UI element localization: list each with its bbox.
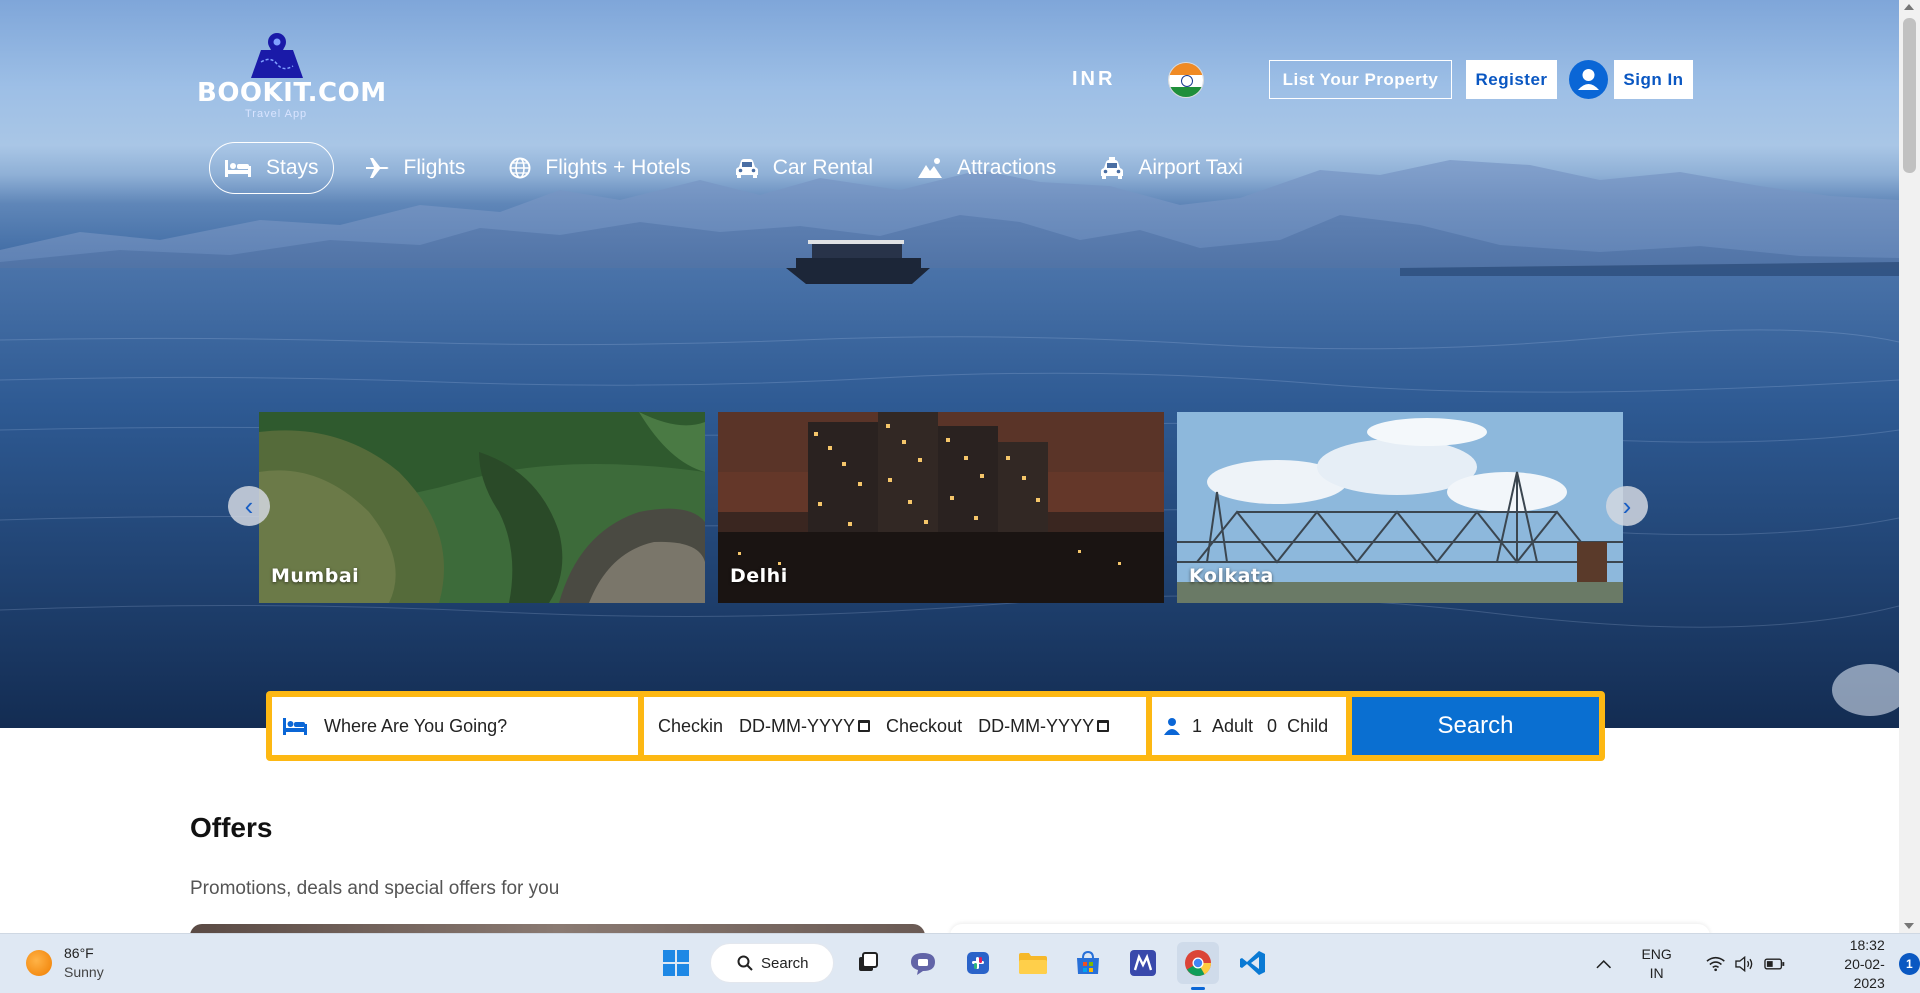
children-count: 0: [1267, 715, 1278, 736]
offers-subtitle: Promotions, deals and special offers for…: [190, 878, 560, 899]
city-card-delhi[interactable]: Delhi: [718, 412, 1164, 603]
map-pin-logo-icon: [251, 33, 303, 78]
search-button[interactable]: Search: [1352, 697, 1599, 755]
app-m-icon[interactable]: [1122, 942, 1164, 984]
file-explorer-icon[interactable]: [1012, 942, 1054, 984]
scroll-down-icon[interactable]: [1904, 923, 1914, 929]
search-bar: Where Are You Going? Checkin DD-MM-YYYY …: [266, 691, 1605, 761]
nav-tab-attractions[interactable]: Attractions: [903, 142, 1070, 194]
task-view-icon[interactable]: [847, 942, 889, 984]
nav-tab-flights-hotels[interactable]: Flights + Hotels: [495, 142, 704, 194]
sign-in-button[interactable]: Sign In: [1614, 60, 1693, 99]
calendar-icon[interactable]: [1097, 719, 1110, 732]
mountain-icon: [918, 158, 943, 178]
taskbar-search[interactable]: Search: [710, 943, 834, 983]
weather-widget[interactable]: 86°F Sunny: [26, 944, 104, 982]
brand-tagline: Travel App: [245, 108, 308, 120]
city-card-label: Mumbai: [271, 565, 360, 587]
city-card-label: Delhi: [730, 565, 788, 587]
page-scrollbar[interactable]: [1899, 0, 1920, 933]
hero-section: BOOKIT.COM Travel App INR List Your Prop…: [0, 0, 1899, 728]
sun-icon: [26, 950, 52, 976]
volume-icon[interactable]: [1735, 956, 1754, 972]
currency-selector[interactable]: INR: [1072, 68, 1115, 91]
date-range-field: Checkin DD-MM-YYYY Checkout DD-MM-YYYY: [644, 697, 1146, 755]
nav-tab-label: Attractions: [957, 156, 1057, 179]
checkout-date-input[interactable]: DD-MM-YYYY: [978, 716, 1110, 737]
bed-icon: [225, 160, 251, 177]
offer-card[interactable]: [190, 924, 925, 933]
list-property-button[interactable]: List Your Property: [1269, 60, 1452, 99]
microsoft-store-icon[interactable]: [1067, 942, 1109, 984]
scrollbar-thumb[interactable]: [1903, 18, 1916, 173]
adults-label: Adult: [1212, 715, 1254, 736]
chevron-up-icon[interactable]: [1596, 959, 1612, 969]
search-icon: [737, 955, 753, 971]
plane-icon: [365, 158, 389, 178]
offer-card[interactable]: [950, 924, 1710, 933]
browser-viewport: BOOKIT.COM Travel App INR List Your Prop…: [0, 0, 1899, 933]
weather-temperature: 86°F: [64, 945, 94, 961]
windows-start-icon[interactable]: [655, 942, 697, 984]
city-card-label: Kolkata: [1189, 565, 1274, 587]
taxi-icon: [1101, 157, 1124, 179]
city-card-mumbai[interactable]: Mumbai: [259, 412, 705, 603]
language-indicator[interactable]: ENG IN: [1641, 945, 1671, 983]
nav-tab-label: Stays: [266, 156, 319, 179]
system-tray: ENG IN 18:32 20-02-2023 1: [1596, 937, 1920, 991]
category-nav: Stays Flights Flights + Hotels Car Renta…: [209, 142, 1273, 194]
register-button[interactable]: Register: [1466, 60, 1557, 99]
offers-heading: Offers: [190, 812, 273, 843]
person-icon: [1164, 718, 1180, 735]
nav-tab-label: Airport Taxi: [1138, 156, 1243, 179]
checkout-label: Checkout: [886, 715, 963, 736]
battery-icon[interactable]: [1764, 957, 1785, 971]
checkin-label: Checkin: [658, 715, 724, 736]
nav-tab-label: Flights: [403, 156, 466, 179]
nav-tab-label: Car Rental: [772, 156, 874, 179]
carousel-next-button[interactable]: ›: [1606, 486, 1648, 526]
india-flag-icon[interactable]: [1168, 62, 1204, 98]
vscode-icon[interactable]: [1232, 942, 1274, 984]
carousel-prev-button[interactable]: ‹: [228, 486, 270, 526]
scroll-up-icon[interactable]: [1904, 4, 1914, 10]
chrome-icon[interactable]: [1177, 942, 1219, 990]
calendar-icon[interactable]: [858, 719, 871, 732]
bed-icon: [283, 718, 307, 735]
taskbar-apps: Search: [655, 942, 1274, 990]
wifi-icon[interactable]: [1706, 956, 1725, 972]
nav-tab-label: Flights + Hotels: [545, 156, 691, 179]
bookit-logo[interactable]: BOOKIT.COM Travel App: [197, 32, 386, 120]
city-card-kolkata[interactable]: Kolkata: [1177, 412, 1623, 603]
user-avatar-icon[interactable]: [1569, 60, 1608, 99]
slack-icon[interactable]: [957, 942, 999, 984]
clock[interactable]: 18:32 20-02-2023: [1816, 936, 1884, 993]
children-label: Child: [1287, 715, 1329, 736]
checkin-date-input[interactable]: DD-MM-YYYY: [739, 716, 871, 737]
windows-taskbar: 86°F Sunny Search ENG IN 18:32 20-02-202…: [0, 933, 1920, 993]
nav-tab-car-rental[interactable]: Car Rental: [721, 142, 887, 194]
destination-field[interactable]: Where Are You Going?: [272, 697, 638, 755]
brand-name: BOOKIT.COM: [197, 78, 387, 108]
nav-tab-flights[interactable]: Flights: [350, 142, 480, 194]
car-icon: [735, 159, 758, 178]
guests-field[interactable]: 1 Adult 0 Child: [1152, 697, 1346, 755]
nav-tab-stays[interactable]: Stays: [209, 142, 334, 194]
globe-icon: [509, 157, 531, 179]
notification-badge[interactable]: 1: [1898, 953, 1920, 975]
weather-description: Sunny: [64, 964, 104, 980]
nav-tab-airport-taxi[interactable]: Airport Taxi: [1086, 142, 1257, 194]
teams-chat-icon[interactable]: [902, 942, 944, 984]
destination-input[interactable]: Where Are You Going?: [324, 716, 507, 737]
taskbar-search-label: Search: [761, 954, 809, 972]
adults-count: 1: [1192, 715, 1203, 736]
